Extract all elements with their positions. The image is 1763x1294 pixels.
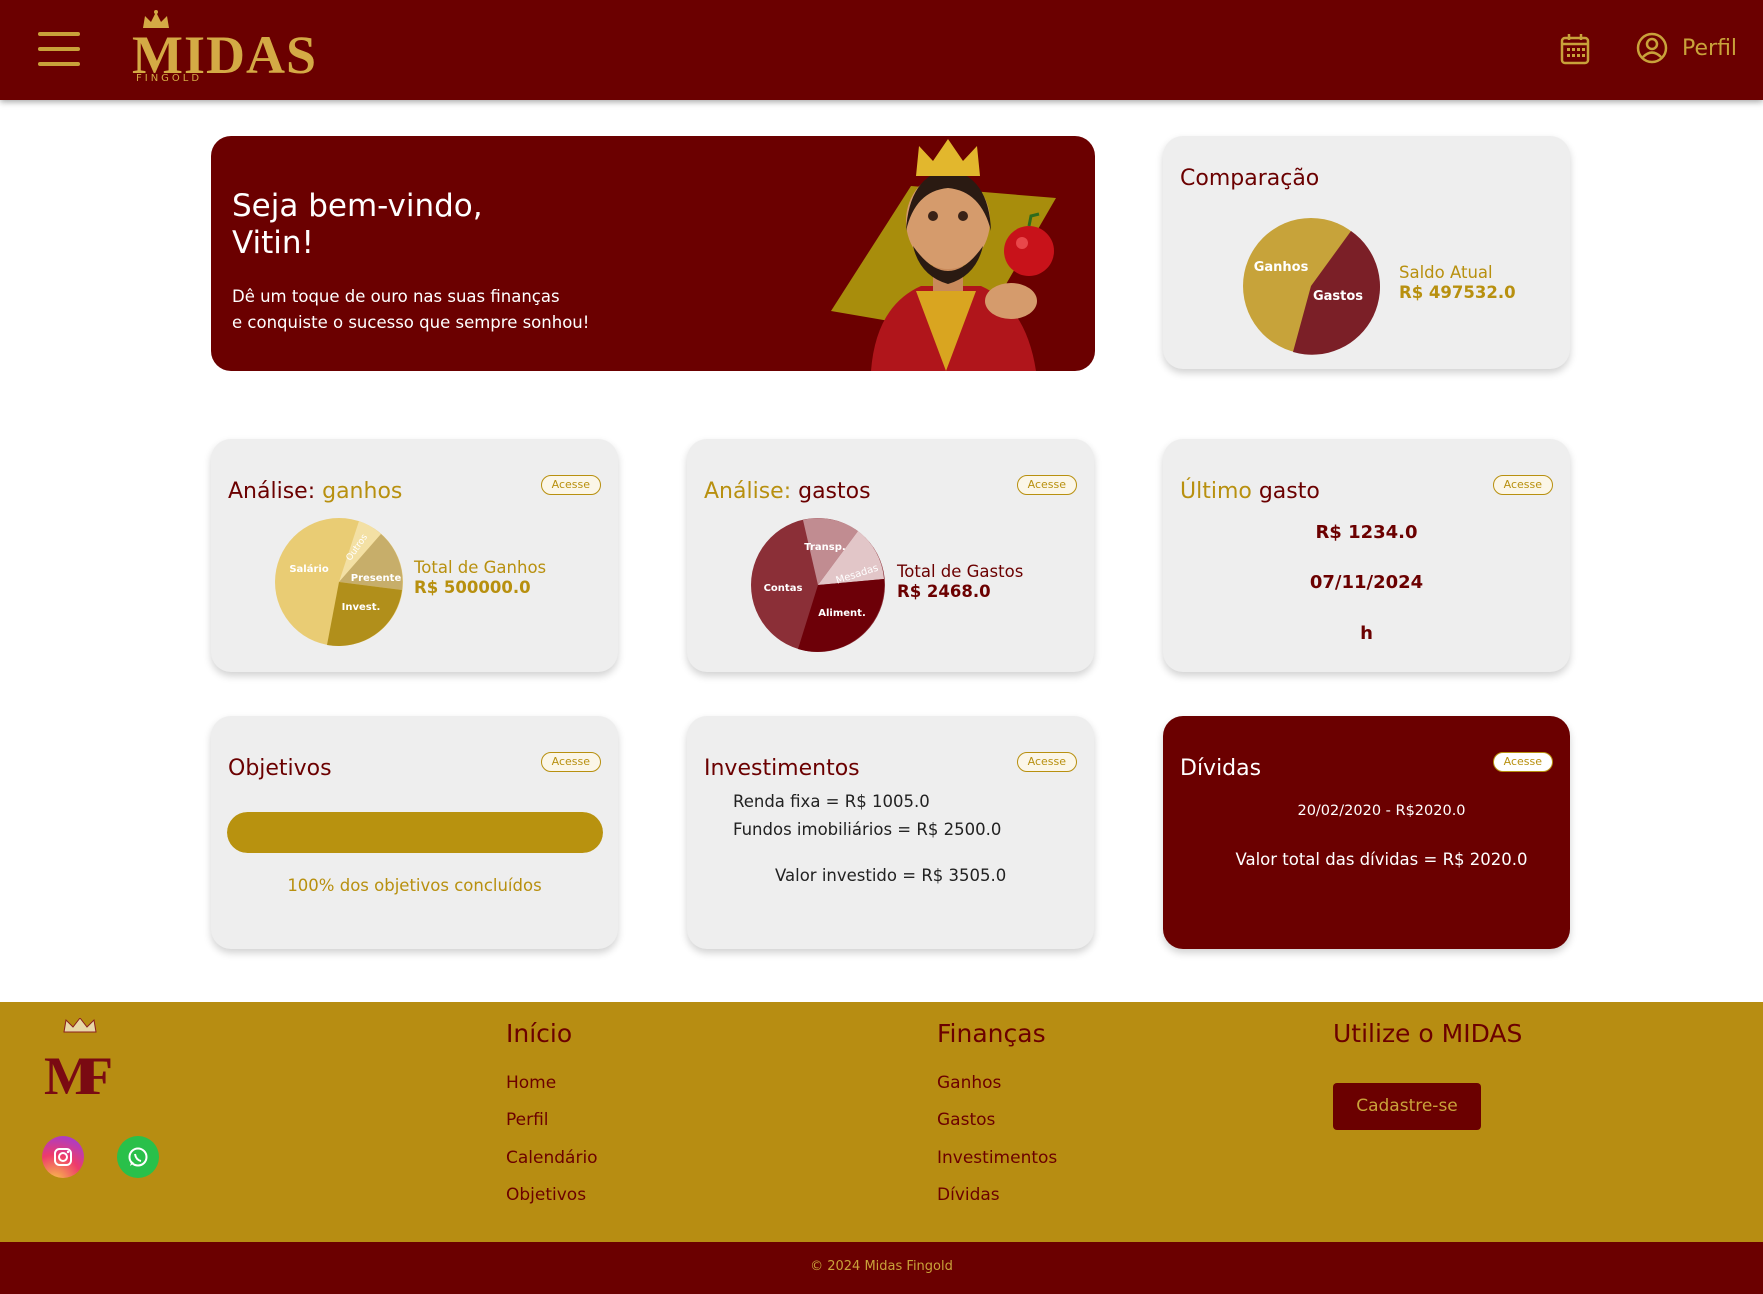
comparacao-card: Comparação Ganhos Gastos Saldo Atual R$ … [1163,136,1570,369]
investimentos-card: Investimentos Acesse Renda fixa = R$ 100… [687,716,1094,949]
slice-label-salario: Salário [289,563,328,575]
svg-text:F: F [80,1046,113,1102]
footer-link-gastos[interactable]: Gastos [937,1110,995,1130]
footer-link-calendario[interactable]: Calendário [506,1148,598,1168]
saldo-value: R$ 497532.0 [1399,283,1516,302]
footer-financas-title: Finanças [937,1019,1046,1048]
welcome-text-line1: Dê um toque de ouro nas suas finanças [232,287,560,306]
ultimo-gasto-date: 07/11/2024 [1309,572,1424,593]
investimentos-title: Investimentos [704,756,860,781]
mf-logo[interactable]: M F [42,1018,118,1102]
footer-inicio-title: Início [506,1019,573,1048]
whatsapp-glyph [128,1147,148,1167]
divida-item: 20/02/2020 - R$2020.0 [1297,803,1466,819]
ultimo-gasto-card: Último gasto Acesse R$ 1234.0 07/11/2024… [1163,439,1570,672]
dividas-card: Dívidas Acesse 20/02/2020 - R$2020.0 Val… [1163,716,1570,949]
welcome-text: Dê um toque de ouro nas suas finanças e … [232,284,589,336]
comparacao-pie-chart: Ganhos Gastos [1243,218,1381,355]
slice-label-transp: Transp. [804,542,845,553]
gastos-pie-chart: Transp. Mesadas Aliment. Contas [751,518,885,652]
objetivos-progress-track [227,812,603,853]
title-prefix: Análise: [704,479,799,504]
objetivos-card: Objetivos Acesse 100% dos objetivos conc… [211,716,618,949]
welcome-title: Seja bem-vindo, Vitin! [232,188,483,262]
instagram-glyph [54,1148,72,1166]
instagram-icon[interactable] [42,1136,84,1178]
slice-label-invest: Invest. [342,602,381,613]
investimento-renda-fixa: Renda fixa = R$ 1005.0 [733,792,930,811]
objetivos-caption: 100% dos objetivos concluídos [287,876,542,895]
title-highlight: gasto [1258,479,1320,504]
ultimo-gasto-time: h [1360,623,1373,644]
footer-link-dividas[interactable]: Dívidas [937,1185,1000,1205]
acesse-dividas-button[interactable]: Acesse [1492,752,1553,772]
user-avatar-icon [1636,32,1668,64]
footer: M F Início Home Perfil Calendário Objeti… [0,1002,1763,1242]
slice-label-gastos: Gastos [1313,289,1363,304]
analise-gastos-title: Análise: gastos [704,479,871,504]
top-navbar: MIDAS FINGOLD Perfil [0,0,1763,100]
logo-subtitle: FINGOLD [136,73,203,84]
valor-investido: Valor investido = R$ 3505.0 [775,866,1007,885]
total-ganhos-value: R$ 500000.0 [414,578,531,597]
footer-utilize-title: Utilize o MIDAS [1333,1019,1523,1048]
acesse-ultimo-gasto-button[interactable]: Acesse [1492,475,1553,495]
midas-logo[interactable]: MIDAS FINGOLD [132,10,316,90]
profile-button[interactable]: Perfil [1636,30,1737,66]
king-midas-illustration [831,139,1056,371]
footer-link-home[interactable]: Home [506,1073,556,1093]
title-highlight: ganhos [322,479,403,504]
slice-label-aliment: Aliment. [818,608,866,619]
acesse-gastos-button[interactable]: Acesse [1016,475,1077,495]
title-prefix: Último [1180,479,1259,504]
total-gastos-value: R$ 2468.0 [897,582,991,601]
investimento-fundos-imobiliarios: Fundos imobiliários = R$ 2500.0 [733,820,1002,839]
acesse-objetivos-button[interactable]: Acesse [540,752,601,772]
whatsapp-icon[interactable] [117,1136,159,1178]
footer-link-investimentos[interactable]: Investimentos [937,1148,1057,1168]
acesse-investimentos-button[interactable]: Acesse [1016,752,1077,772]
saldo-label: Saldo Atual [1399,263,1493,282]
acesse-ganhos-button[interactable]: Acesse [540,475,601,495]
total-ganhos-label: Total de Ganhos [414,558,547,577]
valor-total-dividas: Valor total das dívidas = R$ 2020.0 [1235,850,1528,869]
calendar-icon[interactable] [1560,33,1590,65]
comparacao-title: Comparação [1180,166,1320,191]
objetivos-title: Objetivos [228,756,332,781]
title-highlight: gastos [798,479,871,504]
total-gastos-label: Total de Gastos [897,562,1024,581]
analise-ganhos-title: Análise: ganhos [228,479,402,504]
dividas-title: Dívidas [1180,756,1262,781]
ganhos-pie-chart: Salário Outros Presente Invest. [275,518,403,647]
footer-link-ganhos[interactable]: Ganhos [937,1073,1001,1093]
title-prefix: Análise: [228,479,323,504]
copyright-bar: © 2024 Midas Fingold [0,1242,1763,1294]
slice-label-contas: Contas [764,583,803,594]
cadastre-se-button[interactable]: Cadastre-se [1333,1083,1481,1130]
analise-gastos-card: Análise: gastos Acesse Transp. Mesadas A… [687,439,1094,672]
footer-link-perfil[interactable]: Perfil [506,1110,549,1130]
welcome-text-line2: e conquiste o sucesso que sempre sonhou! [232,313,590,332]
welcome-title-line1: Seja bem-vindo, [232,188,483,224]
hamburger-menu-icon[interactable] [38,32,80,66]
copyright-text: © 2024 Midas Fingold [810,1259,953,1274]
slice-label-presente: Presente [351,573,402,584]
analise-ganhos-card: Análise: ganhos Acesse Salário Outros Pr… [211,439,618,672]
slice-label-ganhos: Ganhos [1254,260,1309,275]
profile-label: Perfil [1682,35,1738,61]
footer-link-objetivos[interactable]: Objetivos [506,1185,586,1205]
welcome-user-name: Vitin! [232,225,314,261]
welcome-banner: Seja bem-vindo, Vitin! Dê um toque de ou… [211,136,1095,371]
objetivos-progress-fill [227,812,603,853]
ultimo-gasto-value: R$ 1234.0 [1315,522,1418,543]
ultimo-gasto-title: Último gasto [1180,479,1320,504]
